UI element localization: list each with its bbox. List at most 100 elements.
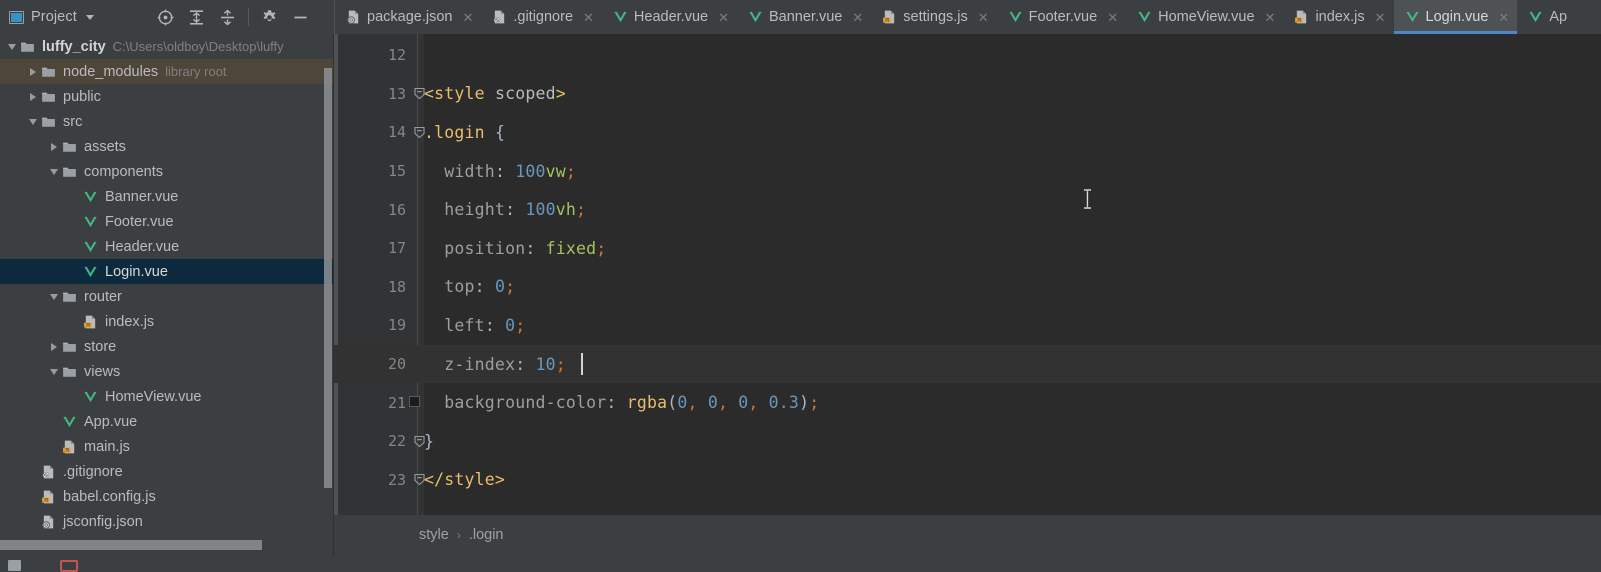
tree-item-app-vue[interactable]: App.vue	[0, 409, 334, 434]
color-preview-swatch[interactable]	[409, 395, 420, 407]
code-line[interactable]: 14 .login {	[334, 113, 1601, 152]
tab-close-icon[interactable]: ✕	[1107, 11, 1118, 24]
code-text: }	[424, 431, 435, 451]
chevron-right-icon[interactable]	[25, 59, 41, 84]
twisty-arrow	[51, 142, 57, 151]
tree-item-homeview-vue[interactable]: HomeView.vue	[0, 384, 334, 409]
vue-file-icon	[613, 9, 628, 25]
tab-gitignore[interactable]: .gitignore ✕	[481, 0, 602, 34]
tree-item-main-js[interactable]: JS main.js	[0, 434, 334, 459]
tree-item-banner-vue[interactable]: Banner.vue	[0, 184, 334, 209]
tree-item-label: .gitignore	[63, 463, 123, 480]
code-line[interactable]: 12	[334, 36, 1601, 75]
chevron-right-icon[interactable]	[25, 84, 41, 109]
code-line[interactable]: 17 position: fixed;	[334, 229, 1601, 268]
tab-close-icon[interactable]: ✕	[583, 11, 594, 24]
tab-close-icon[interactable]: ✕	[1375, 11, 1386, 24]
js-file-icon: JS	[882, 9, 897, 25]
locate-file-icon[interactable]	[150, 0, 181, 34]
breadcrumb-item[interactable]: .login	[469, 527, 504, 543]
tree-item-public[interactable]: public	[0, 84, 334, 109]
collapse-all-icon[interactable]	[212, 0, 243, 34]
tree-item-index-js[interactable]: JS index.js	[0, 309, 334, 334]
code-line[interactable]: 20 z-index: 10;	[334, 344, 1601, 384]
tree-item-jsconfig-json[interactable]: jsconfig.json	[0, 509, 334, 534]
tab-ap[interactable]: Ap	[1517, 0, 1575, 34]
tab-close-icon[interactable]: ✕	[1265, 11, 1276, 24]
tab-close-icon[interactable]: ✕	[852, 11, 863, 24]
code-editor[interactable]: 12 13 <style scoped> 14 .login {15 width: 10…	[334, 34, 1601, 515]
tree-item-store[interactable]: store	[0, 334, 334, 359]
breadcrumb-item[interactable]: style	[419, 527, 449, 543]
tree-twisty-spacer	[25, 509, 41, 534]
line-number: 20	[387, 355, 406, 374]
expand-all-icon[interactable]	[181, 0, 212, 34]
tab-footer-vue[interactable]: Footer.vue ✕	[997, 0, 1126, 34]
chevron-down-icon[interactable]	[46, 159, 62, 184]
chevron-down-icon[interactable]	[46, 284, 62, 309]
tree-item-header-vue[interactable]: Header.vue	[0, 234, 334, 259]
tree-item-node_modules[interactable]: node_modules library root	[0, 59, 334, 84]
tab-homeview-vue[interactable]: HomeView.vue ✕	[1126, 0, 1283, 34]
code-line[interactable]: 13 <style scoped>	[334, 75, 1601, 114]
code-line[interactable]: 16 height: 100vh;	[334, 190, 1601, 229]
status-bar-icon[interactable]	[8, 560, 21, 571]
twisty-arrow	[29, 118, 37, 125]
status-bar-error-icon[interactable]	[60, 560, 78, 572]
chevron-right-icon[interactable]	[46, 134, 62, 159]
code-text: position: fixed;	[424, 238, 607, 258]
code-line[interactable]: 23 </style>	[334, 461, 1601, 500]
tab-close-icon[interactable]: ✕	[978, 11, 989, 24]
folder-icon	[62, 139, 79, 155]
line-number: 16	[387, 200, 406, 219]
tree-item-label: luffy_city	[42, 38, 106, 55]
tab-login-vue[interactable]: Login.vue ✕	[1393, 0, 1518, 34]
tab-index-js[interactable]: JS index.js ✕	[1283, 0, 1393, 34]
tree-item-login-vue[interactable]: Login.vue	[0, 259, 334, 284]
tab-close-icon[interactable]: ✕	[718, 11, 729, 24]
tab-settings-js[interactable]: JS settings.js ✕	[871, 0, 996, 34]
js-file-icon: JS	[1294, 9, 1309, 25]
tree-item-assets[interactable]: assets	[0, 134, 334, 159]
vue-file-icon	[83, 189, 100, 205]
vue-file-icon	[1405, 9, 1420, 25]
project-panel-icon	[9, 10, 24, 24]
sidebar-vertical-scrollbar[interactable]	[324, 68, 332, 488]
tree-item-label: src	[63, 113, 83, 130]
code-line[interactable]: 22}	[334, 422, 1601, 461]
tree-item-gitignore[interactable]: .gitignore	[0, 459, 334, 484]
code-line[interactable]: 19 left: 0;	[334, 306, 1601, 345]
tab-banner-vue[interactable]: Banner.vue ✕	[737, 0, 871, 34]
vue-file-icon	[1137, 9, 1152, 25]
tab-label: HomeView.vue	[1158, 9, 1255, 25]
hide-panel-icon[interactable]	[285, 0, 316, 34]
project-tool-window-button[interactable]: Project	[0, 9, 94, 25]
code-text: z-index: 10;	[424, 354, 566, 374]
chevron-right-icon[interactable]	[46, 334, 62, 359]
tab-package-json[interactable]: package.json ✕	[335, 0, 481, 34]
tree-item-footer-vue[interactable]: Footer.vue	[0, 209, 334, 234]
tree-item-luffy_city[interactable]: luffy_city C:\Users\oldboy\Desktop\luffy	[0, 34, 334, 59]
tab-close-icon[interactable]: ✕	[462, 11, 473, 24]
settings-gear-icon[interactable]	[254, 0, 285, 34]
code-line[interactable]: 21 background-color: rgba(0, 0, 0, 0.3);	[334, 383, 1601, 422]
tab-close-icon[interactable]: ✕	[1498, 11, 1509, 24]
chevron-down-icon[interactable]	[4, 34, 20, 59]
sidebar-horizontal-scrollbar[interactable]	[0, 540, 262, 550]
tree-item-babel-config-js[interactable]: JS babel.config.js	[0, 484, 334, 509]
code-text: background-color: rgba(0, 0, 0, 0.3);	[424, 393, 820, 413]
code-line[interactable]: 15 width: 100vw;	[334, 152, 1601, 191]
tree-item-src[interactable]: src	[0, 109, 334, 134]
tab-label: Header.vue	[633, 9, 709, 25]
code-line[interactable]: 18 top: 0;	[334, 268, 1601, 307]
tree-twisty-spacer	[67, 184, 83, 209]
chevron-down-icon[interactable]	[46, 359, 62, 384]
tree-item-components[interactable]: components	[0, 159, 334, 184]
chevron-down-icon[interactable]	[85, 14, 94, 20]
tab-header-vue[interactable]: Header.vue ✕	[602, 0, 737, 34]
tree-item-views[interactable]: views	[0, 359, 334, 384]
chevron-down-icon[interactable]	[25, 109, 41, 134]
project-tree-panel[interactable]: luffy_city C:\Users\oldboy\Desktop\luffy n…	[0, 34, 334, 556]
line-number: 14	[387, 123, 406, 142]
tree-item-router[interactable]: router	[0, 284, 334, 309]
